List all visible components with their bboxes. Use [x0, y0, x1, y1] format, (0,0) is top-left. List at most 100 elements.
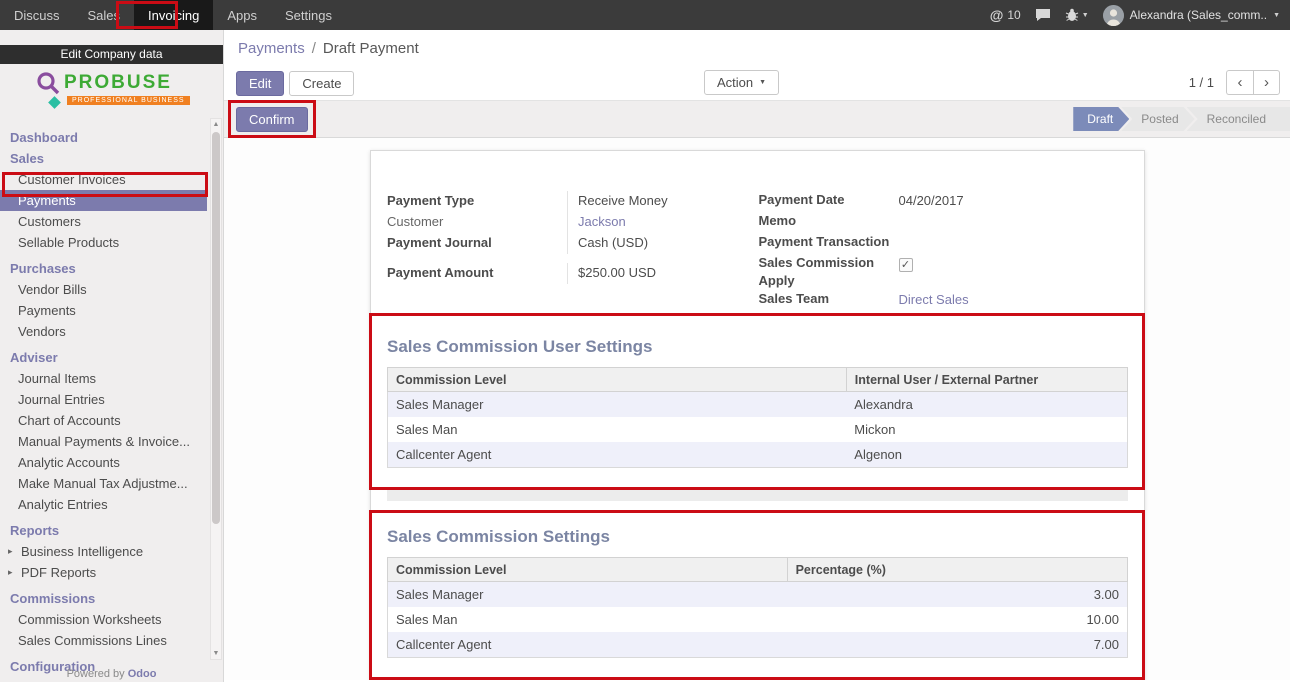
avatar	[1103, 5, 1124, 26]
breadcrumb-current: Draft Payment	[323, 40, 419, 57]
sales-commission-apply-checkbox[interactable]: ✓	[899, 258, 913, 272]
commission-settings-table: Commission Level Percentage (%) Sales Ma…	[387, 557, 1128, 658]
sidebar-item-vendors[interactable]: Vendors	[0, 321, 207, 342]
status-step-draft[interactable]: Draft	[1073, 107, 1129, 131]
expand-arrow-icon: ▸	[8, 541, 16, 562]
table-row[interactable]: Sales Manager 3.00	[388, 582, 1128, 608]
table-row[interactable]: Callcenter Agent Algenon	[388, 442, 1128, 468]
sidebar-item-customer-invoices[interactable]: Customer Invoices	[0, 169, 207, 190]
table-row[interactable]: Sales Man 10.00	[388, 607, 1128, 632]
table-row[interactable]: Callcenter Agent 7.00	[388, 632, 1128, 658]
pager-value: 1 / 1	[1189, 75, 1214, 90]
secondary-menu: Dashboard Sales Customer Invoices Paymen…	[0, 127, 207, 677]
sidebar-item-pdf-reports[interactable]: ▸PDF Reports	[0, 562, 207, 583]
sidebar-item-chart-of-accounts[interactable]: Chart of Accounts	[0, 410, 207, 431]
logo-subtitle: PROFESSIONAL BUSINESS	[67, 96, 190, 105]
sidebar-item-analytic-accounts[interactable]: Analytic Accounts	[0, 452, 207, 473]
pager: 1 / 1 ‹ ›	[1189, 70, 1280, 95]
sidebar-item-customers[interactable]: Customers	[0, 211, 207, 232]
odoo-link[interactable]: Odoo	[128, 668, 157, 680]
sidebar-item-sellable-products[interactable]: Sellable Products	[0, 232, 207, 253]
sidebar-header-sales[interactable]: Sales	[0, 148, 207, 169]
powered-by: Powered by Odoo	[0, 668, 223, 680]
scrollbar-thumb[interactable]	[212, 132, 220, 524]
nav-sales[interactable]: Sales	[74, 0, 135, 30]
scroll-up-icon[interactable]: ▲	[211, 121, 221, 128]
nav-discuss[interactable]: Discuss	[0, 0, 74, 30]
sidebar-scrollbar[interactable]: ▲ ▼	[210, 118, 222, 660]
sidebar-header-adviser[interactable]: Adviser	[0, 347, 207, 368]
sidebar-header-reports[interactable]: Reports	[0, 520, 207, 541]
commission-settings-section: Sales Commission Settings Commission Lev…	[387, 527, 1128, 658]
nav-invoicing[interactable]: Invoicing	[134, 0, 213, 30]
breadcrumb: Payments / Draft Payment	[224, 30, 1290, 66]
confirm-button[interactable]: Confirm	[236, 107, 308, 132]
payment-journal-value: Cash (USD)	[567, 233, 757, 254]
payment-form: Payment Type Receive Money Customer Jack…	[387, 191, 1128, 311]
sidebar-item-payments[interactable]: Payments	[0, 190, 207, 211]
sidebar-header-commissions[interactable]: Commissions	[0, 588, 207, 609]
sales-team-link[interactable]: Direct Sales	[899, 292, 969, 307]
customer-link[interactable]: Jackson	[578, 214, 626, 229]
pager-next-button[interactable]: ›	[1253, 70, 1280, 95]
at-icon: @	[990, 7, 1004, 23]
mentions-counter[interactable]: @ 10	[990, 7, 1021, 23]
payment-date-value: 04/20/2017	[899, 191, 1129, 212]
user-menu[interactable]: Alexandra (Sales_comm.. ▼	[1103, 5, 1280, 26]
scroll-down-icon[interactable]: ▼	[211, 650, 221, 657]
payment-transaction-value	[899, 233, 1129, 254]
caret-down-icon: ▼	[759, 75, 766, 90]
sidebar-item-journal-items[interactable]: Journal Items	[0, 368, 207, 389]
sidebar-item-manual-payments-invoice[interactable]: Manual Payments & Invoice...	[0, 431, 207, 452]
column-header-commission-level[interactable]: Commission Level	[388, 558, 788, 582]
mentions-count: 10	[1007, 8, 1020, 22]
status-step-reconciled[interactable]: Reconciled	[1187, 107, 1290, 131]
sidebar-item-business-intelligence[interactable]: ▸Business Intelligence	[0, 541, 207, 562]
breadcrumb-separator: /	[312, 40, 316, 57]
status-step-posted[interactable]: Posted	[1121, 107, 1194, 131]
column-header-percentage[interactable]: Percentage (%)	[787, 558, 1127, 582]
table-row[interactable]: Sales Man Mickon	[388, 417, 1128, 442]
pager-previous-button[interactable]: ‹	[1226, 70, 1253, 95]
action-dropdown[interactable]: Action ▼	[704, 70, 779, 95]
field-payment-type: Payment Type Receive Money	[387, 191, 757, 212]
payment-type-value: Receive Money	[567, 191, 757, 212]
field-payment-journal: Payment Journal Cash (USD)	[387, 233, 757, 254]
systray: @ 10 ▼ Alexandra (Sales_comm.. ▼	[990, 5, 1290, 26]
user-settings-title: Sales Commission User Settings	[387, 337, 1128, 357]
debug-menu[interactable]: ▼	[1065, 8, 1089, 22]
sidebar-item-make-manual-tax-adjustment[interactable]: Make Manual Tax Adjustme...	[0, 473, 207, 494]
statusbar: Confirm Draft Posted Reconciled	[224, 100, 1290, 138]
user-settings-table: Commission Level Internal User / Externa…	[387, 367, 1128, 468]
bug-icon	[1065, 8, 1079, 22]
sidebar-item-commission-worksheets[interactable]: Commission Worksheets	[0, 609, 207, 630]
sidebar-item-vendor-payments[interactable]: Payments	[0, 300, 207, 321]
edit-button[interactable]: Edit	[236, 71, 284, 96]
messages-icon[interactable]	[1035, 8, 1051, 22]
sidebar-header-purchases[interactable]: Purchases	[0, 258, 207, 279]
caret-down-icon: ▼	[1082, 12, 1089, 19]
breadcrumb-payments[interactable]: Payments	[238, 40, 305, 57]
user-name: Alexandra (Sales_comm..	[1130, 8, 1267, 22]
create-button[interactable]: Create	[289, 71, 354, 96]
nav-settings[interactable]: Settings	[271, 0, 346, 30]
field-sales-commission-apply: Sales Commission Apply ✓	[759, 254, 1129, 290]
sidebar-item-analytic-entries[interactable]: Analytic Entries	[0, 494, 207, 515]
memo-value	[899, 212, 1129, 233]
sidebar-item-vendor-bills[interactable]: Vendor Bills	[0, 279, 207, 300]
sidebar: Edit Company data PROBUSE PROFESSIONAL B…	[0, 30, 224, 682]
company-logo[interactable]: PROBUSE PROFESSIONAL BUSINESS	[36, 70, 223, 122]
sidebar-item-journal-entries[interactable]: Journal Entries	[0, 389, 207, 410]
table-row[interactable]: Sales Manager Alexandra	[388, 392, 1128, 418]
main-content: Payments / Draft Payment Edit Create Act…	[224, 30, 1290, 682]
column-header-internal-user[interactable]: Internal User / External Partner	[846, 368, 1127, 392]
edit-company-button[interactable]: Edit Company data	[0, 45, 223, 64]
column-header-commission-level[interactable]: Commission Level	[388, 368, 847, 392]
form-sheet: Payment Type Receive Money Customer Jack…	[370, 150, 1145, 680]
sidebar-header-dashboard[interactable]: Dashboard	[0, 127, 207, 148]
sidebar-item-sales-commissions-lines[interactable]: Sales Commissions Lines	[0, 630, 207, 651]
field-payment-amount: Payment Amount $250.00 USD	[387, 263, 757, 284]
nav-apps[interactable]: Apps	[213, 0, 271, 30]
form-view: Payment Type Receive Money Customer Jack…	[224, 138, 1290, 680]
main-menu: Discuss Sales Invoicing Apps Settings	[0, 0, 346, 30]
